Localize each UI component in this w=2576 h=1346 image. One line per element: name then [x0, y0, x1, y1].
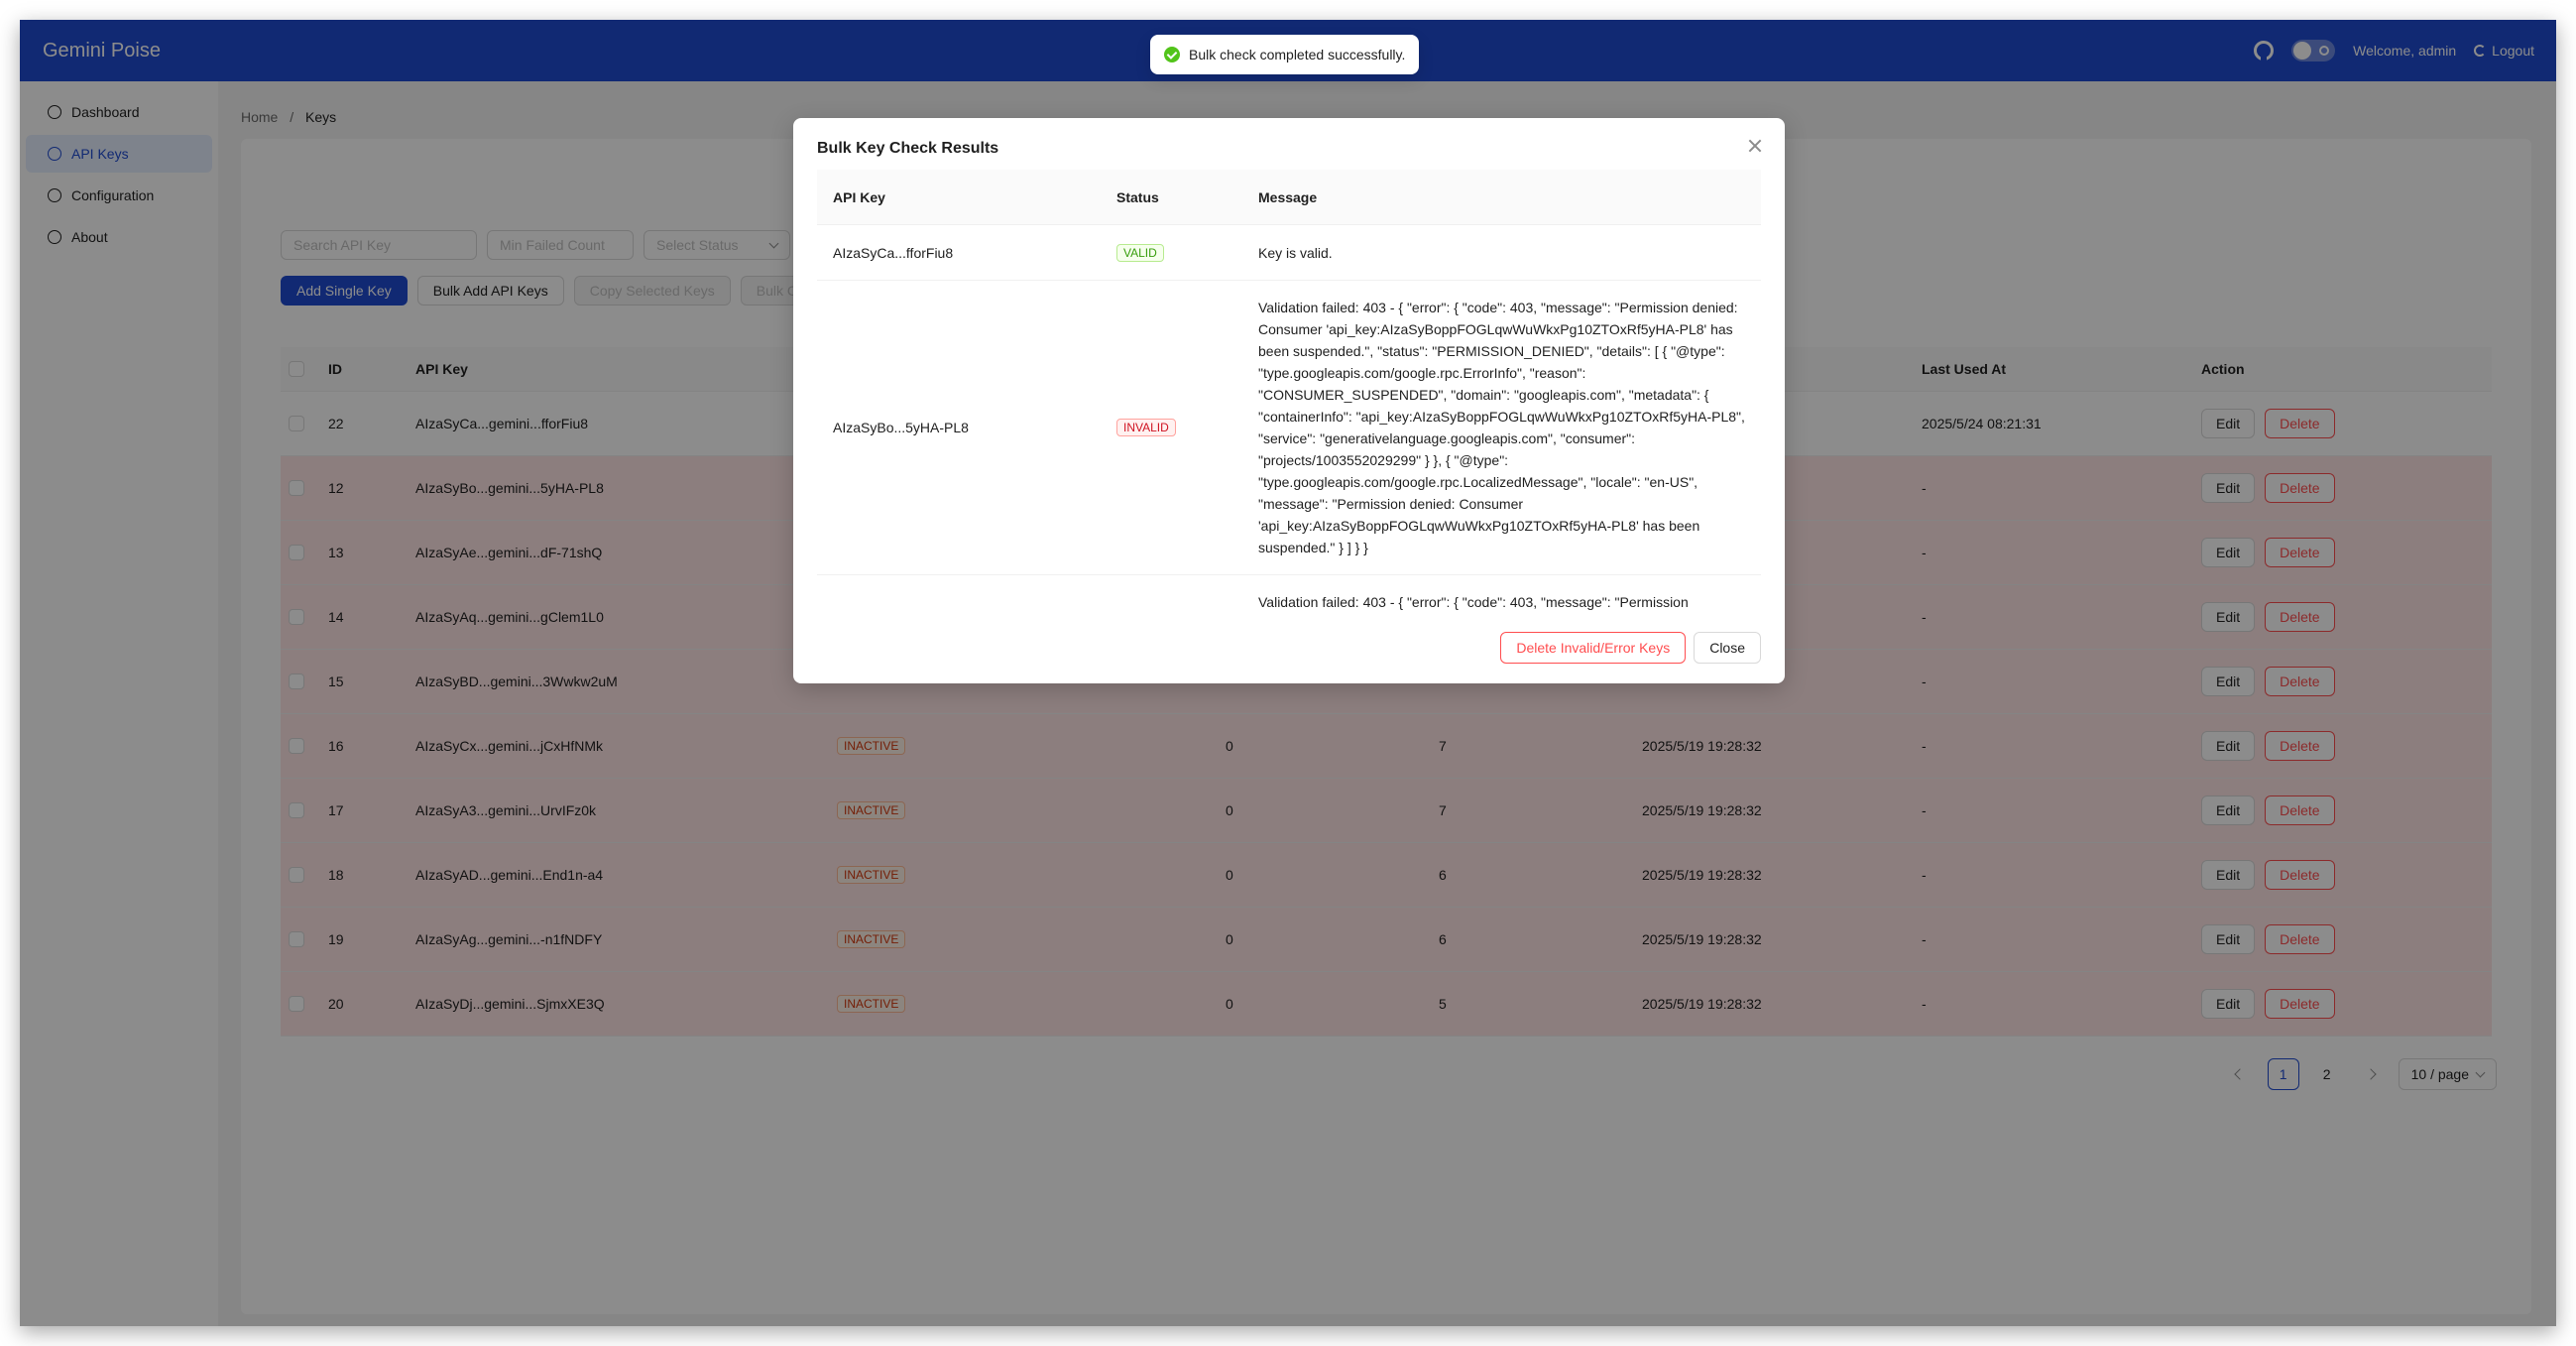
results-header-message: Message — [1258, 188, 1318, 205]
results-header-key: API Key — [833, 188, 885, 205]
modal-title: Bulk Key Check Results — [817, 140, 999, 157]
success-toast: Bulk check completed successfully. — [1150, 35, 1420, 74]
result-message: Validation failed: 403 - { "error": { "c… — [1258, 300, 1745, 555]
result-message: Key is valid. — [1258, 244, 1333, 261]
close-button[interactable]: Close — [1694, 632, 1761, 664]
results-table: API Key Status Message AIzaSyCa...fforFi… — [817, 170, 1761, 620]
modal-footer: Delete Invalid/Error Keys Close — [1500, 632, 1761, 664]
result-row: AIzaSyCa...fforFiu8 VALID Key is valid. — [817, 225, 1761, 281]
result-row: AIzaSyBo...5yHA-PL8 INVALID Validation f… — [817, 281, 1761, 575]
status-badge: VALID — [1116, 243, 1164, 262]
delete-invalid-keys-button[interactable]: Delete Invalid/Error Keys — [1500, 632, 1687, 664]
results-header-status: Status — [1116, 188, 1159, 205]
result-message: Validation failed: 403 - { "error": { "c… — [1258, 594, 1689, 610]
result-key: AIzaSyBo...5yHA-PL8 — [833, 420, 969, 435]
result-row: Validation failed: 403 - { "error": { "c… — [817, 575, 1761, 620]
bulk-check-results-modal: Bulk Key Check Results API Key Status Me… — [793, 118, 1785, 683]
toast-message: Bulk check completed successfully. — [1189, 47, 1406, 62]
close-icon[interactable] — [1747, 138, 1763, 154]
status-badge: INVALID — [1116, 419, 1176, 436]
check-circle-icon — [1164, 47, 1180, 62]
result-key: AIzaSyCa...fforFiu8 — [833, 244, 954, 261]
results-table-header: API Key Status Message — [817, 170, 1761, 225]
app-window: Gemini Poise Welcome, admin Logout Dashb… — [20, 20, 2556, 1326]
